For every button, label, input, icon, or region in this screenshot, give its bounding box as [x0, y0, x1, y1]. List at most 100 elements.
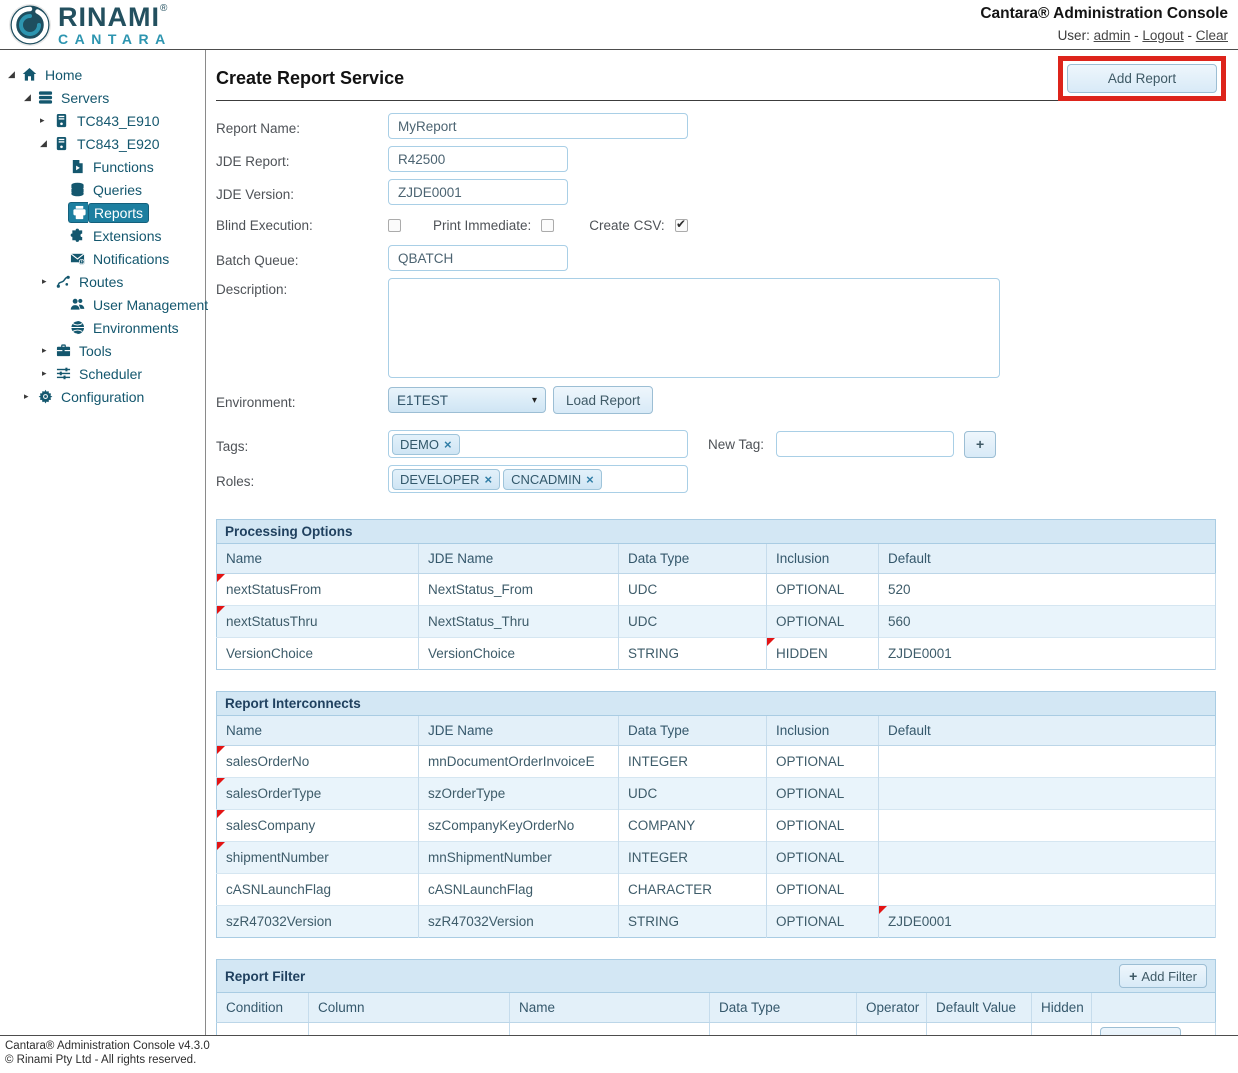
table-cell[interactable]: salesOrderNo — [217, 746, 419, 778]
expand-arrow-icon[interactable]: ▸ — [42, 368, 56, 379]
table-cell[interactable]: CHARACTER — [619, 874, 767, 906]
tree-label[interactable]: Environments — [90, 319, 182, 337]
table-cell[interactable]: WHERE — [217, 1023, 309, 1036]
tree-item-extensions[interactable]: Extensions — [0, 224, 205, 247]
table-cell[interactable]: HIDDEN — [767, 638, 879, 670]
description-textarea[interactable] — [388, 278, 1000, 378]
table-cell[interactable]: OPTIONAL — [767, 606, 879, 638]
table-cell[interactable] — [879, 746, 1216, 778]
tree-label[interactable]: Routes — [76, 273, 126, 291]
remove-role-icon[interactable]: × — [484, 472, 492, 487]
tags-container[interactable]: DEMO × — [388, 430, 688, 458]
tree-label[interactable]: Queries — [90, 181, 145, 199]
tree-label[interactable]: Tools — [76, 342, 115, 360]
table-cell[interactable]: mnShipmentNumber — [419, 842, 619, 874]
table-row[interactable]: shipmentNumber mnShipmentNumber INTEGER … — [217, 842, 1216, 874]
remove-role-icon[interactable]: × — [586, 472, 594, 487]
table-cell[interactable]: NextStatus_Thru — [419, 606, 619, 638]
roles-container[interactable]: DEVELOPER × CNCADMIN × — [388, 465, 688, 493]
table-row[interactable]: salesOrderNo mnDocumentOrderInvoiceE INT… — [217, 746, 1216, 778]
table-cell[interactable]: UDC — [619, 574, 767, 606]
tree-label[interactable]: Extensions — [90, 227, 164, 245]
tree-item-user-management[interactable]: User Management — [0, 293, 205, 316]
tree-item-queries[interactable]: Queries — [0, 178, 205, 201]
table-cell[interactable]: mnDocumentOrderInvoiceE — [419, 746, 619, 778]
table-row[interactable]: szR47032Version szR47032Version STRING O… — [217, 906, 1216, 938]
table-cell[interactable]: OPTIONAL — [767, 746, 879, 778]
table-cell[interactable]: OPTIONAL — [767, 906, 879, 938]
table-cell[interactable]: UDC — [619, 606, 767, 638]
tree-label[interactable]: Scheduler — [76, 365, 145, 383]
table-cell[interactable] — [879, 810, 1216, 842]
table-cell[interactable]: STRING — [619, 906, 767, 938]
tree-label[interactable]: Notifications — [90, 250, 172, 268]
tag-chip-demo[interactable]: DEMO × — [392, 434, 460, 455]
table-cell[interactable]: DATE — [710, 1023, 857, 1036]
remove-tag-icon[interactable]: × — [444, 437, 452, 452]
tree-label[interactable]: Functions — [90, 158, 157, 176]
table-cell[interactable]: salesCompany — [217, 810, 419, 842]
table-cell[interactable]: No — [1032, 1023, 1092, 1036]
table-cell[interactable]: nextStatusFrom — [217, 574, 419, 606]
print-immediate-checkbox[interactable] — [541, 219, 554, 232]
table-cell[interactable]: OPTIONAL — [767, 810, 879, 842]
tree-item-tools[interactable]: ▸ Tools — [0, 339, 205, 362]
expand-arrow-icon[interactable]: ◢ — [8, 69, 22, 80]
expand-arrow-icon[interactable]: ▸ — [40, 115, 54, 126]
add-report-button[interactable]: Add Report — [1067, 64, 1217, 93]
clear-link[interactable]: Clear — [1196, 28, 1228, 43]
table-cell[interactable]: 0 — [927, 1023, 1032, 1036]
user-link[interactable]: admin — [1094, 28, 1131, 43]
tree-item-home[interactable]: ◢ Home — [0, 63, 205, 86]
tree-label[interactable]: Servers — [58, 89, 112, 107]
tree-item-functions[interactable]: Functions — [0, 155, 205, 178]
new-tag-input[interactable] — [776, 431, 954, 457]
add-filter-button[interactable]: + Add Filter — [1119, 964, 1207, 988]
add-tag-button[interactable]: + — [964, 431, 996, 458]
table-cell[interactable]: OPTIONAL — [767, 874, 879, 906]
table-cell[interactable] — [879, 874, 1216, 906]
table-cell[interactable] — [879, 842, 1216, 874]
table-cell[interactable]: VersionChoice — [419, 638, 619, 670]
create-csv-checkbox[interactable] — [675, 219, 688, 232]
table-row[interactable]: WHERE DRQJ - DateRequestedJulian DateReq… — [217, 1023, 1216, 1036]
table-cell[interactable]: COMPANY — [619, 810, 767, 842]
tree-item-environments[interactable]: Environments — [0, 316, 205, 339]
tree-label[interactable]: Home — [42, 66, 85, 84]
table-cell[interactable]: nextStatusThru — [217, 606, 419, 638]
table-cell[interactable]: 560 — [879, 606, 1216, 638]
tree-item-tc843-e910[interactable]: ▸ TC843_E910 — [0, 109, 205, 132]
table-cell[interactable]: STRING — [619, 638, 767, 670]
tree-label[interactable]: Configuration — [58, 388, 147, 406]
tree-label[interactable]: TC843_E910 — [74, 112, 163, 130]
table-cell[interactable]: INTEGER — [619, 842, 767, 874]
environment-select[interactable]: E1TEST ▾ — [388, 387, 546, 413]
jde-report-input[interactable] — [388, 146, 568, 172]
expand-arrow-icon[interactable]: ◢ — [40, 138, 54, 149]
tree-label[interactable]: User Management — [90, 296, 211, 314]
table-row[interactable]: nextStatusFrom NextStatus_From UDC OPTIO… — [217, 574, 1216, 606]
tree-item-notifications[interactable]: Notifications — [0, 247, 205, 270]
tree-label[interactable]: TC843_E920 — [74, 135, 163, 153]
table-row[interactable]: cASNLaunchFlag cASNLaunchFlag CHARACTER … — [217, 874, 1216, 906]
tree-item-routes[interactable]: ▸ Routes — [0, 270, 205, 293]
expand-arrow-icon[interactable]: ◢ — [24, 92, 38, 103]
tree-item-tc843-e920[interactable]: ◢ TC843_E920 — [0, 132, 205, 155]
table-row[interactable]: VersionChoice VersionChoice STRING HIDDE… — [217, 638, 1216, 670]
table-cell[interactable]: OPTIONAL — [767, 574, 879, 606]
tree-item-servers[interactable]: ◢ Servers — [0, 86, 205, 109]
report-name-input[interactable] — [388, 113, 688, 139]
jde-version-input[interactable] — [388, 179, 568, 205]
table-cell[interactable]: INTEGER — [619, 746, 767, 778]
table-cell[interactable]: shipmentNumber — [217, 842, 419, 874]
tree-item-scheduler[interactable]: ▸ Scheduler — [0, 362, 205, 385]
remove-filter-button[interactable]: × Remove — [1100, 1027, 1181, 1035]
table-row[interactable]: nextStatusThru NextStatus_Thru UDC OPTIO… — [217, 606, 1216, 638]
tree-item-reports[interactable]: Reports — [0, 201, 205, 224]
role-chip-cncadmin[interactable]: CNCADMIN × — [503, 469, 602, 490]
table-cell[interactable]: LE — [857, 1023, 927, 1036]
expand-arrow-icon[interactable]: ▸ — [42, 345, 56, 356]
load-report-button[interactable]: Load Report — [553, 386, 653, 414]
table-cell[interactable]: cASNLaunchFlag — [217, 874, 419, 906]
table-cell[interactable]: cASNLaunchFlag — [419, 874, 619, 906]
